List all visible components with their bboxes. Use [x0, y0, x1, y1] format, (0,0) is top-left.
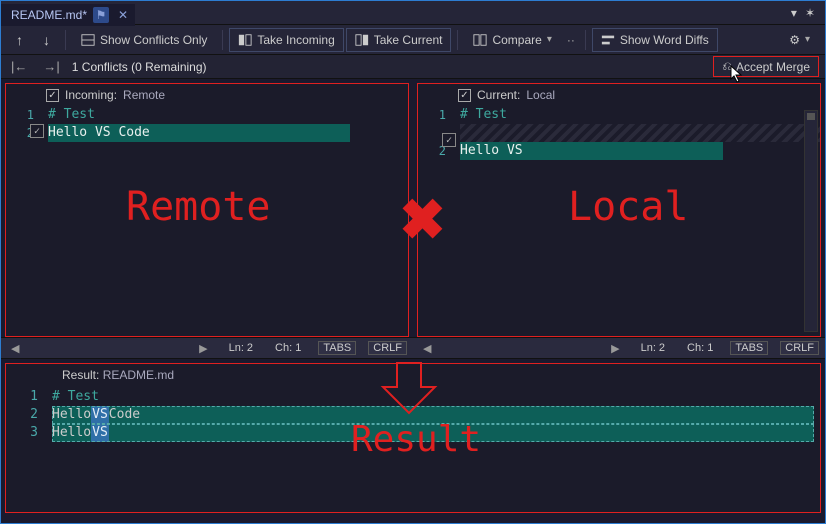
conflicts-icon [81, 33, 95, 47]
code-line: # Test [52, 388, 814, 406]
status-next-icon[interactable]: ▶ [607, 342, 623, 355]
diff-panes: ✓ Incoming: Remote 1 2 ✓ # Test Hello VS… [1, 79, 825, 337]
toolbar-settings-button[interactable]: ⚙ [780, 28, 819, 52]
take-incoming-label: Take Incoming [257, 33, 334, 47]
show-word-diffs-label: Show Word Diffs [620, 33, 709, 47]
code-line: Hello VS [52, 424, 814, 442]
show-conflicts-label: Show Conflicts Only [100, 33, 207, 47]
accept-merge-button[interactable]: ⎌ Accept Merge [713, 56, 819, 77]
status-prev-icon[interactable]: ◀ [419, 342, 435, 355]
separator [457, 30, 458, 50]
compare-button[interactable]: Compare [464, 28, 560, 52]
status-bar: ◀ ▶ Ln: 2 Ch: 1 TABS CRLF ◀ ▶ Ln: 2 Ch: … [1, 337, 825, 359]
merge-icon: ⎌ [722, 59, 732, 74]
incoming-checkbox[interactable]: ✓ [46, 89, 59, 102]
incoming-header: ✓ Incoming: Remote [6, 84, 408, 106]
word-diff-token: VS [91, 424, 109, 442]
window-controls: ▾ ✶ [791, 6, 825, 20]
gutter-line: 2 [6, 406, 38, 424]
status-next-icon[interactable]: ▶ [195, 342, 211, 355]
current-header: ✓ Current: Local [418, 84, 820, 106]
incoming-line-checkbox[interactable]: ✓ [30, 124, 44, 138]
hatched-line [460, 124, 820, 142]
result-code: # Test Hello VS Code Hello VS [52, 388, 814, 442]
gutter-line: 3 [6, 424, 38, 442]
status-right: ◀ ▶ Ln: 2 Ch: 1 TABS CRLF [413, 341, 825, 355]
status-tabs[interactable]: TABS [318, 341, 356, 355]
code-line: # Test [48, 106, 408, 124]
take-incoming-button[interactable]: Take Incoming [229, 28, 343, 52]
tab-bar: README.md* ⚑ ✕ ▾ ✶ [1, 1, 825, 25]
window-dropdown-icon[interactable]: ▾ [791, 6, 797, 20]
show-word-diffs-button[interactable]: Show Word Diffs [592, 28, 718, 52]
incoming-subtitle: Remote [123, 88, 165, 102]
first-conflict-button[interactable]: |← [7, 59, 31, 74]
tab-title: README.md* [11, 8, 87, 22]
status-ln[interactable]: Ln: 2 [636, 341, 670, 355]
gutter-line: 1 [418, 106, 446, 124]
gutter-line: 1 [6, 106, 34, 124]
incoming-title: Incoming: [65, 88, 117, 102]
code-line: Hello VS Code [48, 124, 350, 142]
toolbar-right: ⚙ [780, 28, 819, 52]
show-conflicts-button[interactable]: Show Conflicts Only [72, 28, 216, 52]
result-label: Result: [62, 368, 99, 382]
status-ch[interactable]: Ch: 1 [682, 341, 718, 355]
settings-icon: ⚙ [789, 33, 800, 47]
current-editor[interactable]: 1 2 ✓ # Test Hello VS [418, 106, 820, 336]
conflicts-bar: |← →| 1 Conflicts (0 Remaining) ⎌ Accept… [1, 55, 825, 79]
result-pane: Result: README.md 1 2 3 # Test Hello VS … [5, 363, 821, 513]
status-ch[interactable]: Ch: 1 [270, 341, 306, 355]
current-subtitle: Local [526, 88, 555, 102]
current-line-checkbox[interactable]: ✓ [442, 133, 456, 147]
code-line: # Test [460, 106, 820, 124]
status-crlf[interactable]: CRLF [368, 341, 407, 355]
current-title: Current: [477, 88, 520, 102]
tab-readme[interactable]: README.md* ⚑ ✕ [1, 4, 135, 26]
current-checkbox[interactable]: ✓ [458, 89, 471, 102]
separator [585, 30, 586, 50]
word-diffs-icon [601, 33, 615, 47]
status-tabs[interactable]: TABS [730, 341, 768, 355]
compare-label: Compare [492, 33, 541, 47]
incoming-gutter: 1 2 [6, 106, 38, 336]
take-current-button[interactable]: Take Current [346, 28, 452, 52]
merge-toolbar: ↑ ↓ Show Conflicts Only Take Incoming Ta… [1, 25, 825, 55]
arrow-up-icon: ↑ [16, 32, 23, 48]
next-diff-button[interactable]: ↓ [34, 28, 59, 52]
pin-icon[interactable]: ⚑ [93, 7, 109, 23]
toolbar-overflow[interactable]: ·· [563, 33, 579, 47]
close-tab-icon[interactable]: ✕ [115, 7, 131, 23]
result-filename: README.md [103, 368, 174, 382]
take-current-label: Take Current [374, 33, 443, 47]
status-crlf[interactable]: CRLF [780, 341, 819, 355]
gutter-line: 1 [6, 388, 38, 406]
incoming-code: # Test Hello VS Code [48, 106, 408, 142]
current-pane: ✓ Current: Local 1 2 ✓ # Test Hello VS L… [417, 83, 821, 337]
separator [65, 30, 66, 50]
status-ln[interactable]: Ln: 2 [224, 341, 258, 355]
result-header: Result: README.md [6, 364, 820, 386]
code-line: Hello VS [460, 142, 723, 160]
status-left: ◀ ▶ Ln: 2 Ch: 1 TABS CRLF [1, 341, 413, 355]
scrollbar-thumb[interactable] [807, 113, 815, 120]
accept-merge-label: Accept Merge [736, 60, 810, 74]
incoming-pane: ✓ Incoming: Remote 1 2 ✓ # Test Hello VS… [5, 83, 409, 337]
scrollbar-vertical[interactable] [804, 110, 818, 332]
result-gutter: 1 2 3 [6, 388, 44, 442]
prev-diff-button[interactable]: ↑ [7, 28, 32, 52]
code-line: Hello VS Code [52, 406, 814, 424]
word-diff-token: VS [91, 406, 109, 424]
current-code: # Test Hello VS [460, 106, 820, 160]
conflicts-count: 1 Conflicts (0 Remaining) [72, 60, 207, 74]
arrow-down-icon: ↓ [43, 32, 50, 48]
compare-icon [473, 33, 487, 47]
incoming-editor[interactable]: 1 2 ✓ # Test Hello VS Code [6, 106, 408, 336]
status-prev-icon[interactable]: ◀ [7, 342, 23, 355]
last-conflict-button[interactable]: →| [39, 59, 63, 74]
split-right-icon [355, 33, 369, 47]
gear-icon[interactable]: ✶ [805, 6, 815, 20]
split-left-icon [238, 33, 252, 47]
separator [222, 30, 223, 50]
